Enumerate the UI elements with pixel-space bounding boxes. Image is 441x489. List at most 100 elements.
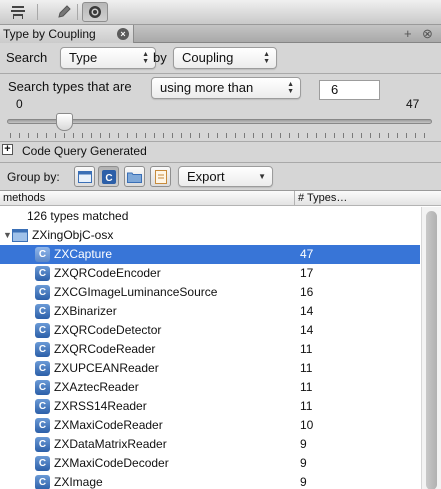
table-row[interactable]: C ZXBinarizer 14 [0,302,420,321]
range-max: 47 [406,97,420,111]
table-row[interactable]: C ZXUPCEANReader 11 [0,359,420,378]
tab-type-by-coupling[interactable]: Type by Coupling × [0,25,134,43]
svg-text:C: C [105,173,112,184]
summary-row: 126 types matched [0,207,420,226]
class-icon: C [35,304,50,319]
search-type-value: Type [69,50,98,65]
filter-condition-value: using more than [160,80,254,95]
table-row[interactable]: C ZXCGImageLuminanceSource 16 [0,283,420,302]
column-header-methods[interactable]: methods [3,192,45,204]
export-label: Export [187,169,225,184]
table-row[interactable]: C ZXDataMatrixReader 9 [0,435,420,454]
table-header: methods # Types… [0,191,441,206]
table-row[interactable]: C ZXQRCodeDetector 14 [0,321,420,340]
type-name: ZXDataMatrixReader [54,437,167,451]
search-label: Search [6,50,48,65]
match-summary: 126 types matched [27,209,129,223]
range-min: 0 [16,97,23,111]
assembly-name: ZXingObjC-osx [32,228,114,242]
search-icon[interactable] [82,2,108,22]
group-class-icon[interactable]: C [98,166,119,187]
type-name: ZXRSS14Reader [54,399,147,413]
class-icon: C [35,247,50,262]
close-panel-icon[interactable]: ⊗ [422,26,433,42]
chevron-down-icon: ▼ [258,172,266,181]
class-icon: C [35,323,50,338]
table-icon[interactable] [5,2,31,22]
disclosure-triangle-icon[interactable]: ▼ [3,226,12,245]
class-icon: C [35,437,50,452]
type-name: ZXMaxiCodeReader [54,418,163,432]
type-count: 9 [300,475,307,489]
select-arrows-icon: ▲ ▼ [287,81,294,95]
type-name: ZXQRCodeEncoder [54,266,161,280]
type-name: ZXMaxiCodeDecoder [54,456,169,470]
table-row[interactable]: C ZXRSS14Reader 11 [0,397,420,416]
table-row[interactable]: C ZXImage 9 [0,473,420,489]
close-icon[interactable]: × [117,28,129,40]
results-table: methods # Types… 126 types matched ▼ ZXi… [0,190,441,489]
type-name: ZXImage [54,475,103,489]
by-metric-value: Coupling [182,50,234,65]
type-count: 9 [300,456,307,470]
panel-titlebar: Type by Coupling × + ⊗ [0,25,441,43]
table-row[interactable]: C ZXMaxiCodeReader 10 [0,416,420,435]
type-count: 9 [300,437,307,451]
type-count: 11 [300,399,313,413]
type-name: ZXBinarizer [54,304,117,318]
export-menu[interactable]: Export ▼ [178,166,273,187]
expand-icon[interactable]: + [2,144,13,155]
group-window-icon[interactable] [74,166,95,187]
pin-icon[interactable]: + [404,26,412,41]
by-label: by [153,50,167,65]
type-count: 47 [300,247,314,261]
select-arrows-icon: ▲ ▼ [142,51,149,65]
type-count: 14 [300,323,314,337]
type-name: ZXUPCEANReader [54,361,159,375]
threshold-slider-thumb[interactable] [56,113,73,131]
class-icon: C [35,418,50,433]
vertical-scrollbar[interactable] [421,207,441,489]
filter-label: Search types that are [8,79,132,94]
class-icon: C [35,475,50,489]
type-name: ZXAztecReader [54,380,139,394]
type-count: 10 [300,418,314,432]
class-icon: C [35,380,50,395]
select-arrows-icon: ▲ ▼ [263,51,270,65]
top-toolbar [0,0,441,25]
class-icon: C [35,266,50,281]
threshold-input[interactable]: 6 [319,80,380,100]
type-name: ZXCapture [54,247,113,261]
column-header-types[interactable]: # Types… [298,192,347,204]
group-by-bar: Group by: C Export ▼ [0,162,441,190]
class-icon: C [35,399,50,414]
table-row[interactable]: C ZXMaxiCodeDecoder 9 [0,454,420,473]
table-row[interactable]: C ZXCapture 47 [0,245,420,264]
group-by-label: Group by: [7,170,60,184]
type-count: 11 [300,361,313,375]
table-row[interactable]: C ZXQRCodeEncoder 17 [0,264,420,283]
type-count: 14 [300,304,314,318]
type-name: ZXQRCodeDetector [54,323,162,337]
pencil-icon[interactable] [51,2,77,22]
type-count: 11 [300,342,313,356]
filter-condition-select[interactable]: using more than ▲ ▼ [151,77,301,99]
class-icon: C [35,361,50,376]
tab-title: Type by Coupling [3,27,96,41]
group-file-icon[interactable] [150,166,171,187]
class-icon: C [35,342,50,357]
type-count: 17 [300,266,314,280]
type-count: 16 [300,285,314,299]
table-row[interactable]: C ZXQRCodeReader 11 [0,340,420,359]
search-type-select[interactable]: Type ▲ ▼ [60,47,156,69]
class-icon: C [35,456,50,471]
scroll-thumb[interactable] [426,211,437,489]
table-row[interactable]: C ZXAztecReader 11 [0,378,420,397]
class-icon: C [35,285,50,300]
by-metric-select[interactable]: Coupling ▲ ▼ [173,47,277,69]
slider-ticks [10,133,430,138]
code-query-label[interactable]: Code Query Generated [22,144,147,158]
group-row[interactable]: ▼ ZXingObjC-osx [0,226,420,245]
group-folder-icon[interactable] [124,166,145,187]
type-name: ZXCGImageLuminanceSource [54,285,218,299]
